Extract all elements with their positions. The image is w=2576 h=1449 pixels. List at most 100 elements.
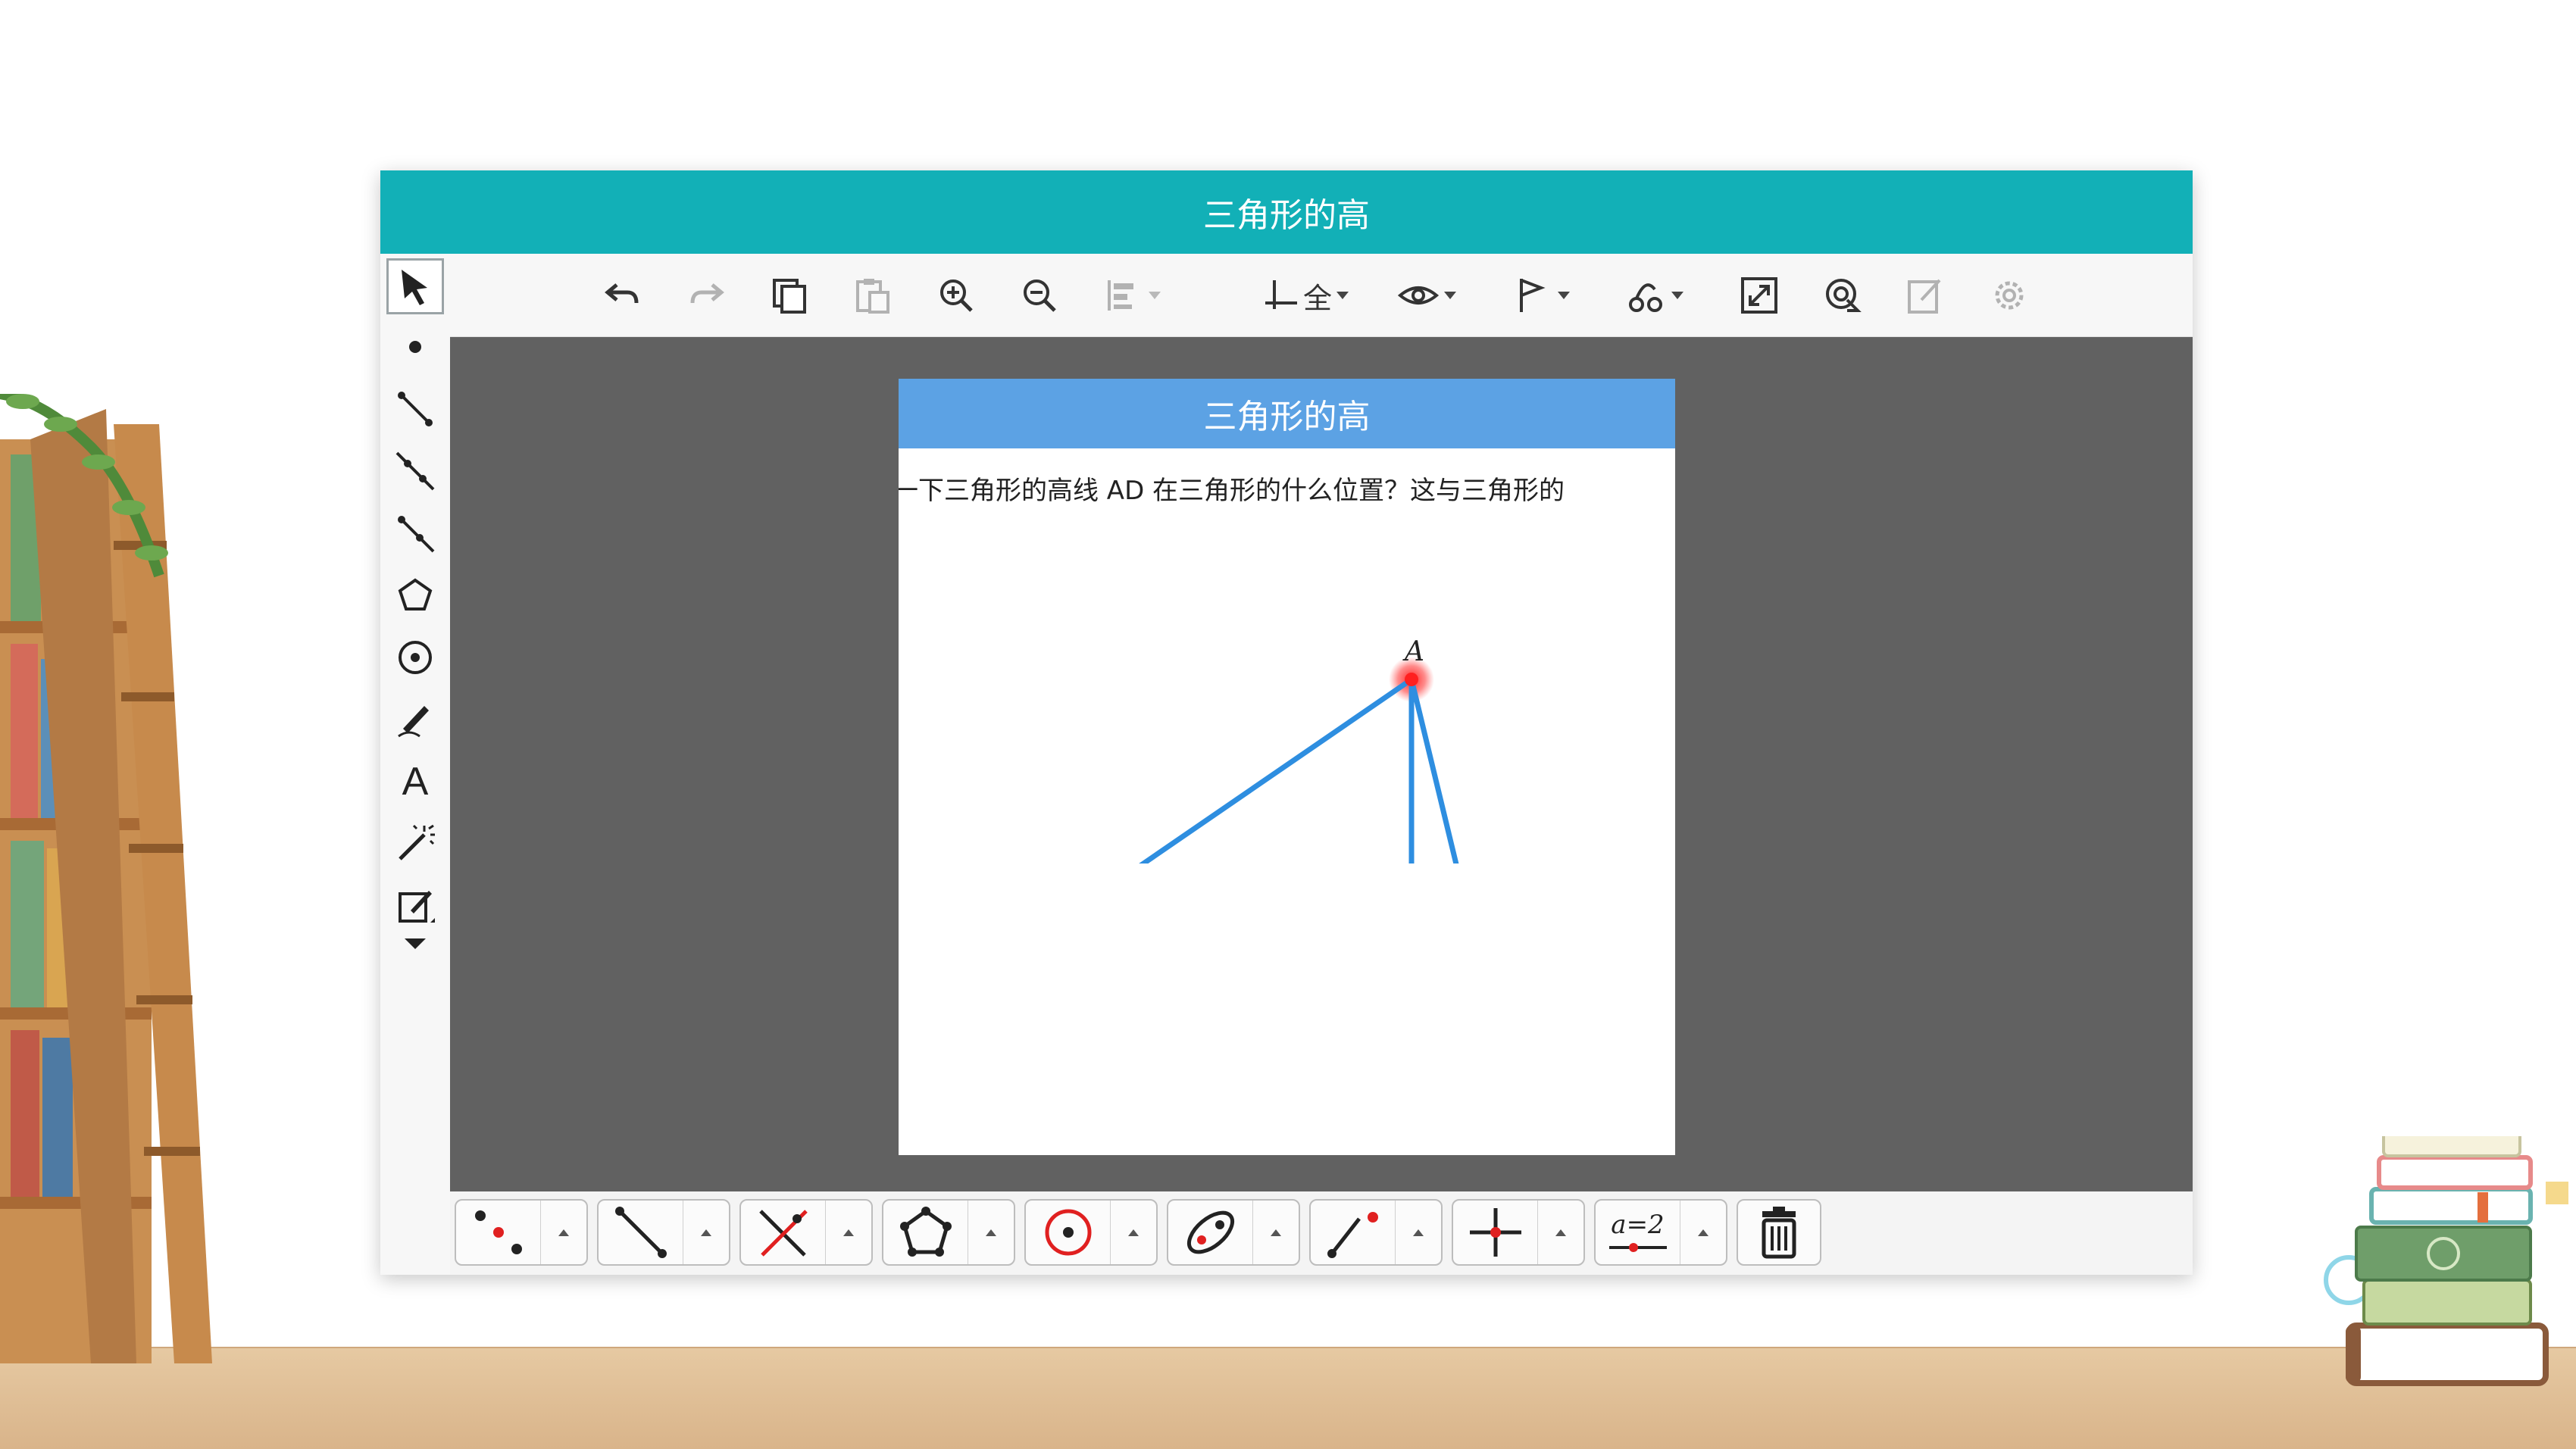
canvas-area[interactable]: 三角形的高 一下三角形的高线 AD 在三角形的什么位置？这与三角形的 A xyxy=(450,337,2193,1191)
intersect-tool-expand[interactable] xyxy=(826,1201,871,1264)
transform-tool-icon xyxy=(1327,1212,1378,1258)
worksheet-page: 三角形的高 一下三角形的高线 AD 在三角形的什么位置？这与三角形的 A xyxy=(899,379,1675,1155)
point-icon xyxy=(409,341,421,353)
polygon-tool-button[interactable] xyxy=(386,567,444,623)
book-stack-illustration xyxy=(2324,1136,2568,1386)
note-icon xyxy=(399,891,435,923)
polygon-tool-icon xyxy=(899,1207,952,1257)
pen-icon xyxy=(398,706,429,738)
trash-icon xyxy=(1762,1207,1796,1259)
visibility-dropdown[interactable] xyxy=(1397,270,1456,320)
redo-button[interactable] xyxy=(685,270,727,320)
fullscreen-button[interactable] xyxy=(1738,270,1780,320)
slider-icon xyxy=(1608,1243,1667,1252)
select-arrow-icon xyxy=(402,270,427,305)
segment-tool-expand[interactable] xyxy=(683,1201,729,1264)
app-title: 三角形的高 xyxy=(1203,196,1370,235)
intersect-tool-icon xyxy=(758,1210,808,1257)
settings-button[interactable] xyxy=(1988,270,2030,320)
edit-button[interactable] xyxy=(1905,270,1947,320)
conic-tool-expand[interactable] xyxy=(1253,1201,1299,1264)
segment-tool-button[interactable] xyxy=(386,381,444,437)
align-icon xyxy=(1108,280,1133,311)
page-title-text: 三角形的高 xyxy=(1203,398,1371,436)
delete-button[interactable] xyxy=(1737,1199,1821,1266)
intersect-tool-group[interactable] xyxy=(739,1199,873,1266)
magic-icon xyxy=(399,824,435,860)
polygon-tool-expand[interactable] xyxy=(968,1201,1014,1264)
pen-tool-button[interactable] xyxy=(386,692,444,748)
flag-icon xyxy=(1520,279,1546,312)
tool-sidebar: A xyxy=(380,254,450,1275)
polygon-icon xyxy=(398,578,433,611)
line-icon xyxy=(395,451,435,491)
paste-button[interactable] xyxy=(852,270,894,320)
variable-tool-expand[interactable] xyxy=(1680,1201,1726,1264)
copy-button[interactable] xyxy=(768,270,811,320)
more-icon xyxy=(405,938,426,949)
triangle-figure: A B D C xyxy=(1102,636,1463,863)
variable-tool-icon: a=2 xyxy=(1611,1210,1665,1240)
page-title: 三角形的高 xyxy=(899,379,1675,448)
animation-icon xyxy=(1629,283,1662,312)
redo-icon xyxy=(690,283,724,304)
edit-icon xyxy=(1908,279,1941,314)
fullscreen-icon xyxy=(1741,277,1777,314)
record-icon xyxy=(1826,279,1862,312)
axes-dropdown[interactable]: 全 xyxy=(1261,270,1349,320)
points-tool-expand[interactable] xyxy=(541,1201,586,1264)
points-tool-group[interactable] xyxy=(455,1199,588,1266)
points-tool-icon xyxy=(474,1210,522,1254)
slide-stage: 三角形的高 全 A 三角形的高 一下三角形的高线 AD 在三角形的什么位置？这与… xyxy=(0,0,2576,1449)
ray-icon xyxy=(398,516,435,553)
segment-tool-group[interactable] xyxy=(597,1199,730,1266)
select-tool-button[interactable] xyxy=(386,258,444,314)
coordinate-tool-group[interactable] xyxy=(1452,1199,1585,1266)
circle-tool-button[interactable] xyxy=(386,629,444,685)
coordinate-tool-icon xyxy=(1469,1208,1521,1257)
record-button[interactable] xyxy=(1821,270,1864,320)
zoom-in-button[interactable] xyxy=(935,270,977,320)
paste-icon xyxy=(856,279,889,314)
eye-icon xyxy=(1397,286,1440,304)
transform-tool-expand[interactable] xyxy=(1396,1201,1441,1264)
magic-tool-button[interactable] xyxy=(386,816,444,872)
animation-dropdown[interactable] xyxy=(1624,270,1683,320)
align-button[interactable] xyxy=(1102,270,1161,320)
circle-tool-group[interactable] xyxy=(1024,1199,1158,1266)
segment-ab[interactable] xyxy=(1102,677,1413,863)
transform-tool-group[interactable] xyxy=(1309,1199,1443,1266)
segment-ac[interactable] xyxy=(1408,679,1463,863)
zoom-out-button[interactable] xyxy=(1018,270,1061,320)
app-titlebar: 三角形的高 xyxy=(380,170,2193,254)
more-tools-button[interactable] xyxy=(386,928,444,958)
point-a[interactable] xyxy=(1405,673,1418,686)
undo-button[interactable] xyxy=(602,270,644,320)
circle-tool-expand[interactable] xyxy=(1111,1201,1156,1264)
settings-icon xyxy=(1995,281,2024,310)
polygon-tool-group[interactable] xyxy=(882,1199,1015,1266)
variable-tool-group[interactable]: a=2 xyxy=(1594,1199,1727,1266)
circle-icon xyxy=(399,641,432,674)
circle-tool-icon xyxy=(1045,1209,1091,1256)
top-toolbar: 全 xyxy=(380,254,2193,337)
undo-icon xyxy=(605,283,639,304)
line-tool-button[interactable] xyxy=(386,443,444,499)
conic-tool-group[interactable] xyxy=(1167,1199,1300,1266)
flag-dropdown[interactable] xyxy=(1511,270,1570,320)
text-tool-button[interactable]: A xyxy=(386,754,444,810)
zoom-out-icon xyxy=(1024,279,1056,312)
geometry-app-window: 三角形的高 全 A 三角形的高 一下三角形的高线 AD 在三角形的什么位置？这与… xyxy=(380,170,2193,1275)
conic-tool-icon xyxy=(1186,1210,1234,1254)
segment-icon xyxy=(398,392,433,426)
copy-icon xyxy=(773,279,806,314)
bookshelf-illustration xyxy=(0,394,212,1363)
axes-label: 全 xyxy=(1303,281,1333,315)
coordinate-tool-expand[interactable] xyxy=(1538,1201,1583,1264)
segment-tool-icon xyxy=(614,1207,667,1258)
axes-icon xyxy=(1265,280,1297,309)
ray-tool-button[interactable] xyxy=(386,505,444,561)
point-tool-button[interactable] xyxy=(386,319,444,375)
text-tool-icon: A xyxy=(402,760,429,804)
zoom-in-icon xyxy=(940,279,973,312)
